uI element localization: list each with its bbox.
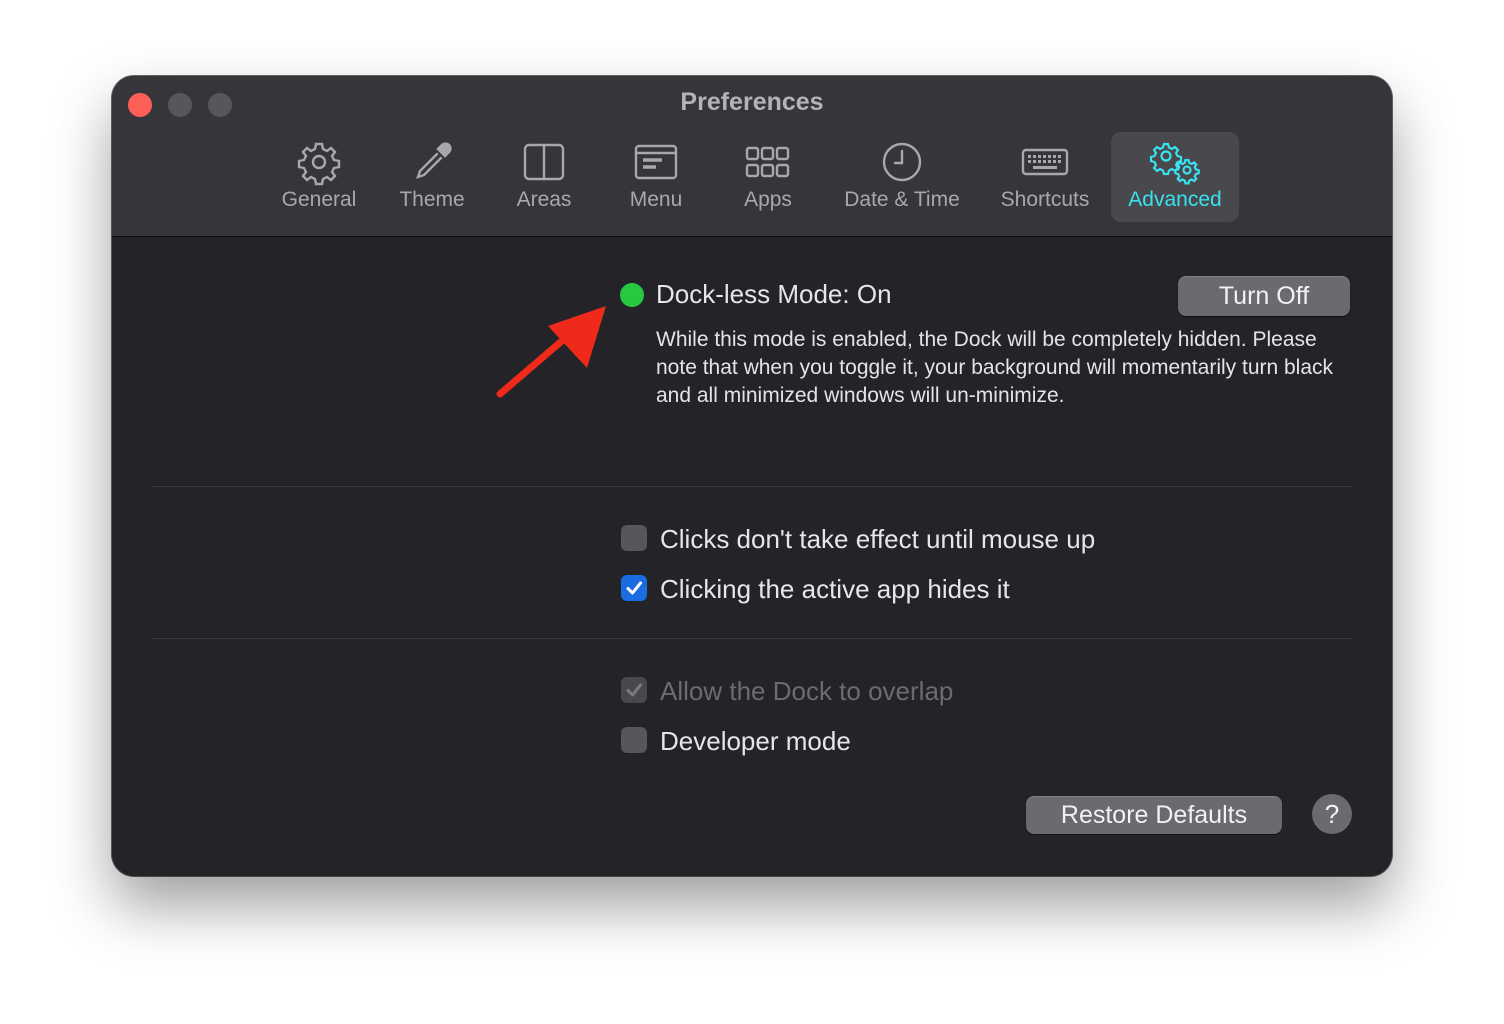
tab-label: General xyxy=(281,188,357,211)
tab-areas[interactable]: Areas xyxy=(499,132,589,222)
gears-icon xyxy=(1149,142,1200,185)
tab-label: Shortcuts xyxy=(1000,188,1090,211)
tab-label: Apps xyxy=(744,188,792,211)
toolbar: Preferences General Theme Areas Menu App… xyxy=(112,76,1392,237)
tab-label: Date & Time xyxy=(844,188,960,211)
tab-menu[interactable]: Menu xyxy=(611,132,701,222)
divider xyxy=(152,486,1352,487)
checkbox-developer-mode[interactable] xyxy=(621,727,647,753)
checkbox-clicks-mouse-up[interactable] xyxy=(621,525,647,551)
gear-icon xyxy=(297,142,341,186)
keyboard-icon xyxy=(1021,148,1069,176)
tab-label: Areas xyxy=(516,188,572,211)
apps-grid-icon xyxy=(745,146,790,178)
tab-shortcuts[interactable]: Shortcuts xyxy=(990,132,1100,222)
tab-theme[interactable]: Theme xyxy=(387,132,477,222)
tab-general[interactable]: General xyxy=(274,132,364,222)
help-button[interactable]: ? xyxy=(1312,794,1352,834)
developer-mode-label: Developer mode xyxy=(660,726,851,756)
clicks-mouse-up-label: Clicks don't take effect until mouse up xyxy=(660,524,1096,554)
menu-icon xyxy=(634,144,678,180)
annotation-arrow-icon xyxy=(496,306,606,398)
tab-date-time[interactable]: Date & Time xyxy=(832,132,972,222)
checkmark-icon xyxy=(626,683,642,697)
tab-apps[interactable]: Apps xyxy=(723,132,813,222)
restore-defaults-button[interactable]: Restore Defaults xyxy=(1026,796,1282,834)
split-areas-icon xyxy=(523,143,565,181)
tab-label: Theme xyxy=(399,188,465,211)
checkmark-icon xyxy=(626,581,642,595)
allow-overlap-label: Allow the Dock to overlap xyxy=(660,676,954,706)
eyedropper-icon xyxy=(416,142,452,179)
checkbox-active-app-hides[interactable] xyxy=(621,575,647,601)
dockless-description: While this mode is enabled, the Dock wil… xyxy=(656,328,1334,407)
tab-label: Advanced xyxy=(1128,188,1222,211)
tab-label: Menu xyxy=(629,188,683,211)
status-indicator xyxy=(620,283,644,307)
divider xyxy=(152,638,1352,639)
turn-off-button[interactable]: Turn Off xyxy=(1178,276,1350,316)
active-app-hides-label: Clicking the active app hides it xyxy=(660,574,1010,604)
window-title: Preferences xyxy=(680,88,824,116)
dockless-status-label: Dock-less Mode: On xyxy=(656,279,892,309)
preferences-window: Preferences General Theme Areas Menu App… xyxy=(112,76,1392,876)
clock-icon xyxy=(882,142,922,182)
tab-advanced[interactable]: Advanced xyxy=(1111,132,1239,222)
checkbox-allow-overlap[interactable] xyxy=(621,677,647,703)
